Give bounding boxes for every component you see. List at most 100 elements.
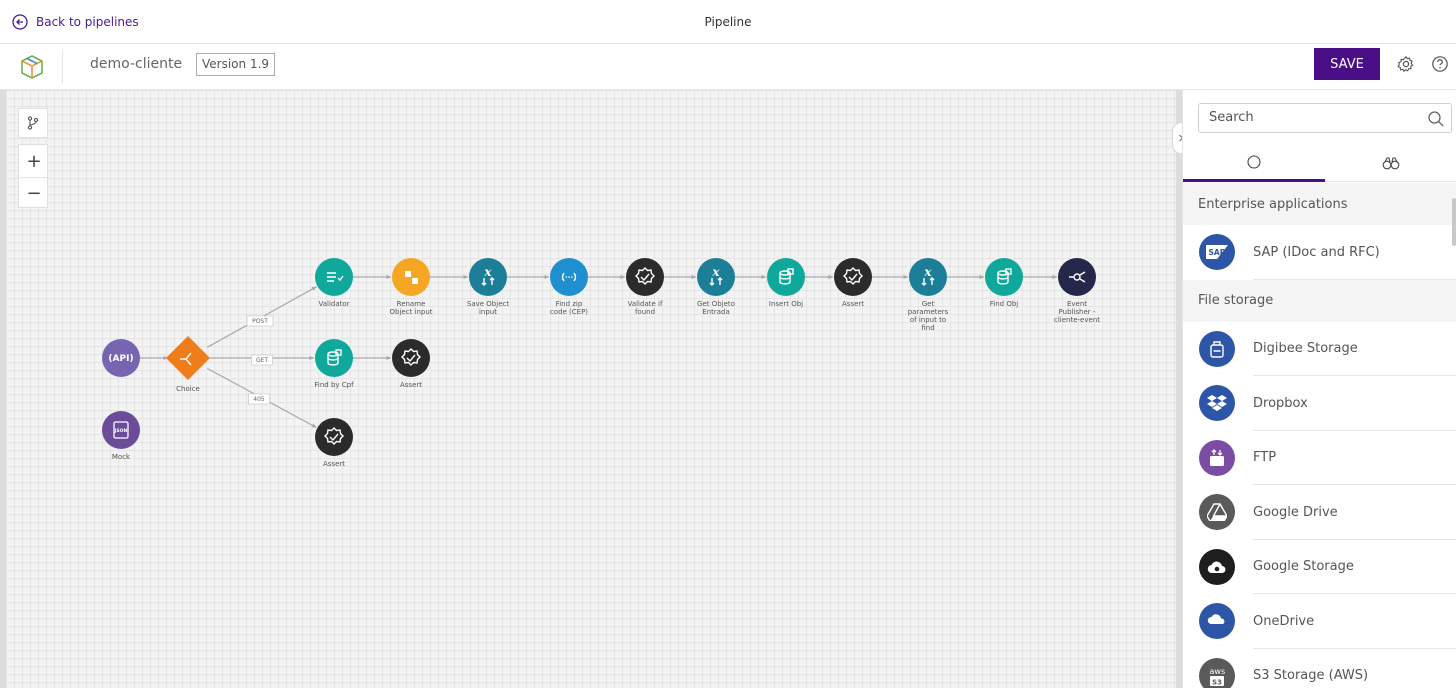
save-button[interactable]: SAVE bbox=[1314, 48, 1380, 80]
node-label: Choice bbox=[176, 385, 200, 393]
version-badge[interactable]: Version 1.9 bbox=[196, 53, 276, 76]
pipeline-node-validator[interactable]: Validator bbox=[315, 258, 353, 308]
pipeline-node-rename[interactable]: Rename Object input bbox=[389, 258, 433, 316]
component-onedrive[interactable]: OneDrive bbox=[1183, 594, 1456, 649]
flow-connector bbox=[872, 274, 908, 280]
edge-label-get[interactable]: GET bbox=[251, 354, 273, 366]
flow-connector bbox=[735, 274, 766, 280]
node-label: Validate if found bbox=[628, 300, 663, 316]
zoom-controls: + − bbox=[18, 144, 49, 209]
binoculars-icon bbox=[1382, 157, 1400, 170]
pipeline-node-assert3[interactable]: Assert bbox=[315, 418, 353, 468]
tab-discover[interactable] bbox=[1325, 144, 1456, 182]
node-label: Event Publisher -cliente-event bbox=[1054, 300, 1100, 324]
pipeline-node-choice[interactable]: Choice bbox=[166, 336, 210, 393]
component-label: Google Storage bbox=[1253, 559, 1354, 575]
gear-icon[interactable] bbox=[1397, 55, 1415, 73]
component-google-drive[interactable]: Google Drive bbox=[1183, 485, 1456, 540]
component-s3[interactable]: aws S3 S3 Storage (AWS) bbox=[1183, 648, 1456, 688]
node-label: Get parameters of input to find bbox=[908, 300, 949, 332]
pipeline-node-find-obj[interactable]: Find Obj bbox=[985, 258, 1023, 308]
pipeline-node-get-objeto[interactable]: x Get Objeto Entrada bbox=[697, 258, 735, 316]
ftp-icon bbox=[1199, 439, 1235, 476]
node-label: Assert bbox=[323, 460, 345, 468]
pipeline-flow: POST GET 405 (API) JSON Mock Choice Validator Re… bbox=[102, 258, 1100, 468]
branch-tool-button[interactable] bbox=[18, 108, 48, 138]
component-google-storage[interactable]: Google Storage bbox=[1183, 539, 1456, 594]
search-input[interactable] bbox=[1209, 110, 1409, 125]
components-sidebar: Enterprise applications SAP SAP (IDoc an… bbox=[1182, 90, 1456, 688]
svg-text:x: x bbox=[711, 265, 720, 279]
pipeline-node-event-pub[interactable]: Event Publisher -cliente-event bbox=[1054, 258, 1100, 324]
node-label: Save Object input bbox=[467, 300, 509, 316]
search-icon[interactable] bbox=[1427, 110, 1445, 128]
sidebar-tabs bbox=[1183, 144, 1456, 182]
svg-text:SAP: SAP bbox=[1209, 248, 1226, 257]
pipeline-node-assert2[interactable]: Assert bbox=[392, 339, 430, 389]
node-label: Find zip code (CEP) bbox=[550, 300, 588, 316]
component-ftp[interactable]: FTP bbox=[1183, 430, 1456, 485]
component-digibee-storage[interactable]: Digibee Storage bbox=[1183, 321, 1456, 376]
component-label: S3 Storage (AWS) bbox=[1253, 668, 1369, 684]
pipeline-header: demo-cliente Version 1.9 SAVE bbox=[0, 44, 1456, 90]
flow-connector bbox=[430, 274, 468, 280]
top-bar: Back to pipelines Pipeline bbox=[0, 0, 1456, 44]
component-label: Google Drive bbox=[1253, 504, 1338, 520]
zoom-in-button[interactable]: + bbox=[19, 145, 49, 177]
node-label: Validator bbox=[318, 300, 349, 308]
zoom-out-button[interactable]: − bbox=[19, 177, 49, 209]
svg-text:POST: POST bbox=[252, 318, 268, 325]
node-label: Assert bbox=[842, 300, 864, 308]
components-list: Enterprise applications SAP SAP (IDoc an… bbox=[1183, 183, 1456, 688]
section-header-enterprise: Enterprise applications bbox=[1183, 183, 1456, 225]
help-icon[interactable] bbox=[1431, 55, 1449, 73]
pipeline-node-validate-found[interactable]: Validate if found bbox=[626, 258, 664, 316]
digibee-logo-icon bbox=[21, 55, 43, 79]
component-label: FTP bbox=[1253, 450, 1277, 466]
project-name: demo-cliente bbox=[90, 56, 183, 72]
header-divider bbox=[62, 50, 63, 84]
search-box bbox=[1198, 103, 1452, 133]
pipeline-node-mock[interactable]: JSON Mock bbox=[102, 411, 140, 461]
pipeline-node-api[interactable]: (API) bbox=[102, 339, 140, 377]
component-sap[interactable]: SAP SAP (IDoc and RFC) bbox=[1183, 225, 1456, 280]
git-branch-icon bbox=[27, 116, 39, 130]
flow-connector bbox=[588, 274, 625, 280]
component-label: Digibee Storage bbox=[1253, 341, 1358, 357]
pipeline-node-find-zip[interactable]: Find zip code (CEP) bbox=[550, 258, 588, 316]
pipeline-node-assert1[interactable]: Assert bbox=[834, 258, 872, 308]
tab-components[interactable] bbox=[1183, 144, 1325, 182]
pipeline-node-find-cpf[interactable]: Find by Cpf bbox=[314, 339, 354, 389]
edge-label-405[interactable]: 405 bbox=[248, 393, 270, 405]
component-label: SAP (IDoc and RFC) bbox=[1253, 244, 1380, 260]
pipeline-canvas[interactable]: POST GET 405 (API) JSON Mock Choice Validator Re… bbox=[6, 90, 1176, 688]
component-label: Dropbox bbox=[1253, 395, 1308, 411]
flow-connector bbox=[664, 274, 696, 280]
node-label: Find Obj bbox=[990, 300, 1019, 308]
node-label: Rename Object input bbox=[389, 300, 432, 316]
svg-text:JSON: JSON bbox=[114, 428, 128, 434]
node-label: Get Objeto Entrada bbox=[697, 300, 735, 316]
edge-label-post[interactable]: POST bbox=[246, 315, 274, 327]
svg-text:aws: aws bbox=[1210, 667, 1226, 676]
flow-connector bbox=[1023, 274, 1057, 280]
google-drive-icon bbox=[1199, 494, 1235, 531]
node-label: Mock bbox=[112, 453, 131, 461]
component-dropbox[interactable]: Dropbox bbox=[1183, 376, 1456, 431]
svg-text:GET: GET bbox=[256, 357, 268, 364]
circle-icon bbox=[1247, 154, 1261, 169]
page-title: Pipeline bbox=[704, 15, 752, 29]
s3-icon: aws S3 bbox=[1199, 657, 1235, 688]
pipeline-node-save-object[interactable]: x Save Object input bbox=[467, 258, 509, 316]
flow-connector bbox=[353, 274, 391, 280]
pipeline-node-get-params[interactable]: x Get parameters of input to find bbox=[908, 258, 949, 332]
node-label: Assert bbox=[400, 381, 422, 389]
sap-icon: SAP bbox=[1199, 234, 1235, 271]
flow-connector bbox=[140, 355, 168, 361]
node-label: Insert Obj bbox=[769, 300, 803, 308]
google-storage-icon bbox=[1199, 548, 1235, 585]
onedrive-icon bbox=[1199, 603, 1235, 640]
pipeline-node-insert-obj[interactable]: Insert Obj bbox=[767, 258, 805, 308]
sidebar-scrollbar[interactable] bbox=[1452, 198, 1456, 246]
flow-connector bbox=[353, 355, 391, 361]
